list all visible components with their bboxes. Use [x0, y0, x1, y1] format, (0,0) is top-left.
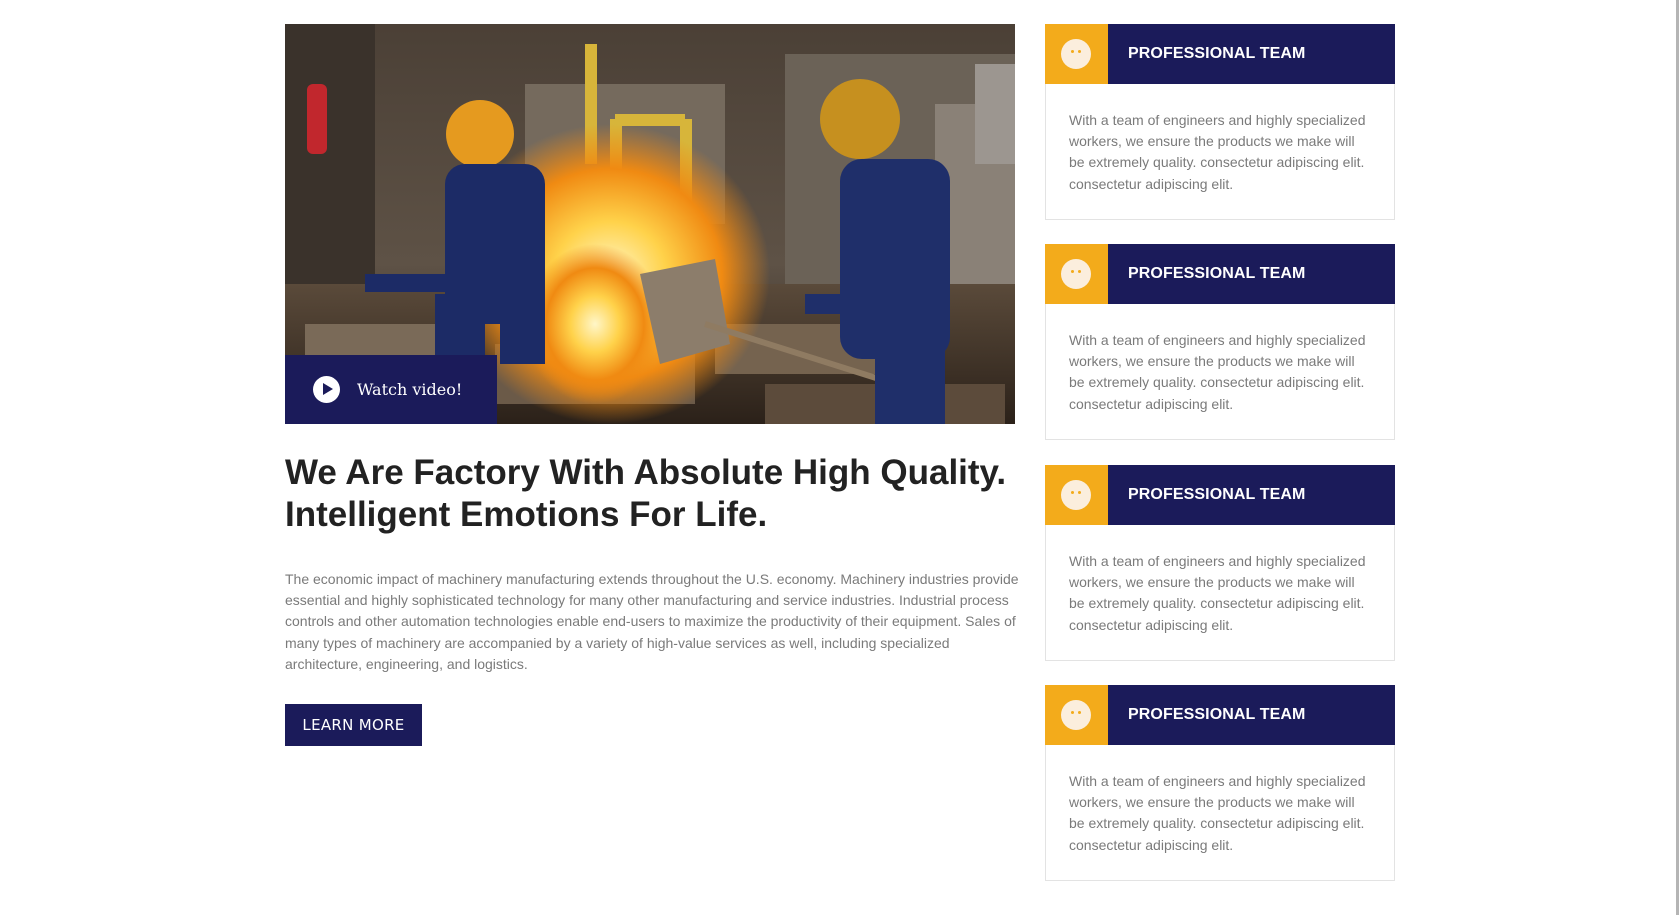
card-header: PROFESSIONAL TEAM	[1045, 685, 1395, 745]
learn-more-button[interactable]: LEARN MORE	[285, 704, 422, 746]
card-icon-box	[1045, 465, 1108, 525]
headline-line-2: Intelligent Emotions For Life.	[285, 495, 768, 534]
card-title: PROFESSIONAL TEAM	[1128, 45, 1306, 62]
card-text: With a team of engineers and highly spec…	[1069, 553, 1366, 633]
card-body: With a team of engineers and highly spec…	[1045, 304, 1395, 440]
smiley-face-icon	[1061, 39, 1091, 69]
card-icon-box	[1045, 685, 1108, 745]
page-headline: We Are Factory With Absolute High Qualit…	[285, 452, 1025, 536]
feature-card: PROFESSIONAL TEAM With a team of enginee…	[1045, 244, 1395, 440]
card-title: PROFESSIONAL TEAM	[1128, 706, 1306, 723]
card-header: PROFESSIONAL TEAM	[1045, 24, 1395, 84]
card-title: PROFESSIONAL TEAM	[1128, 265, 1306, 282]
card-body: With a team of engineers and highly spec…	[1045, 525, 1395, 661]
play-circle-icon	[313, 376, 340, 403]
card-header: PROFESSIONAL TEAM	[1045, 465, 1395, 525]
card-icon-box	[1045, 244, 1108, 304]
watch-video-label: Watch video!	[357, 380, 463, 399]
card-body: With a team of engineers and highly spec…	[1045, 745, 1395, 881]
headline-line-1: We Are Factory With Absolute High Qualit…	[285, 453, 1007, 492]
card-text: With a team of engineers and highly spec…	[1069, 773, 1366, 853]
card-body: With a team of engineers and highly spec…	[1045, 84, 1395, 220]
feature-card: PROFESSIONAL TEAM With a team of enginee…	[1045, 465, 1395, 661]
card-text: With a team of engineers and highly spec…	[1069, 332, 1366, 412]
card-text: With a team of engineers and highly spec…	[1069, 112, 1366, 192]
card-header: PROFESSIONAL TEAM	[1045, 244, 1395, 304]
smiley-face-icon	[1061, 480, 1091, 510]
card-icon-box	[1045, 24, 1108, 84]
smiley-face-icon	[1061, 700, 1091, 730]
page: Watch video! We Are Factory With Absolut…	[0, 0, 1679, 915]
feature-card: PROFESSIONAL TEAM With a team of enginee…	[1045, 685, 1395, 881]
intro-paragraph: The economic impact of machinery manufac…	[285, 571, 1019, 672]
smiley-face-icon	[1061, 259, 1091, 289]
hero-image: Watch video!	[285, 24, 1015, 424]
card-title: PROFESSIONAL TEAM	[1128, 486, 1306, 503]
watch-video-button[interactable]: Watch video!	[285, 355, 497, 424]
feature-card: PROFESSIONAL TEAM With a team of enginee…	[1045, 24, 1395, 220]
